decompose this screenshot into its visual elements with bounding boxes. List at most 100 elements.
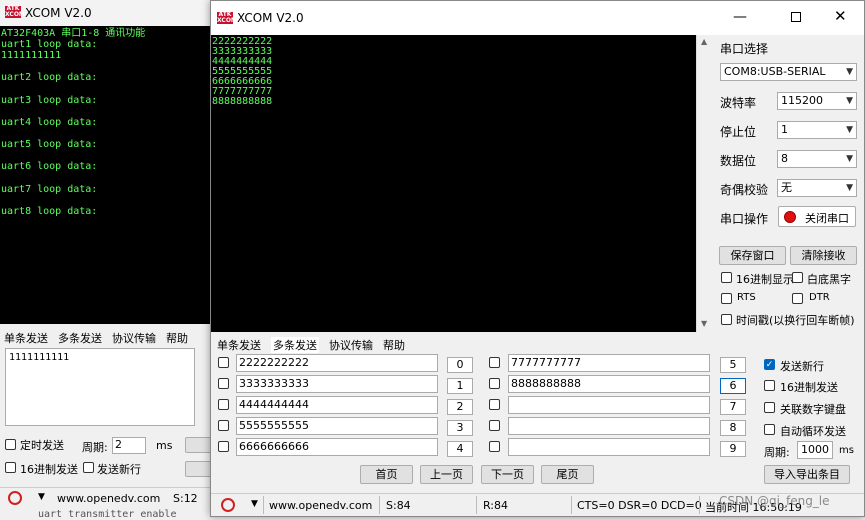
entry-input[interactable]: 5555555555 bbox=[236, 417, 438, 435]
front-receive-terminal[interactable]: 2222222222 3333333333 4444444444 5555555… bbox=[211, 35, 696, 332]
dtr-checkbox[interactable] bbox=[792, 293, 803, 304]
next-page-button[interactable]: 下一页 bbox=[481, 465, 534, 484]
entry-checkbox[interactable] bbox=[489, 378, 500, 389]
entry-input[interactable] bbox=[508, 396, 710, 414]
entry-input[interactable] bbox=[508, 438, 710, 456]
tab-help[interactable]: 帮助 bbox=[166, 330, 188, 346]
entry-input[interactable]: 3333333333 bbox=[236, 375, 438, 393]
status-sent: S:84 bbox=[386, 499, 411, 512]
clear-receive-button[interactable]: 清除接收 bbox=[790, 246, 857, 265]
entry-checkbox[interactable] bbox=[489, 399, 500, 410]
stop-bits-select[interactable]: 1 ▼ bbox=[777, 121, 857, 139]
scroll-down-icon[interactable]: ▼ bbox=[701, 319, 707, 328]
first-page-button[interactable]: 首页 bbox=[360, 465, 413, 484]
entry-checkbox[interactable] bbox=[218, 420, 229, 431]
entry-input[interactable]: 2222222222 bbox=[236, 354, 438, 372]
timestamp-checkbox[interactable] bbox=[721, 314, 732, 325]
prev-page-button[interactable]: 上一页 bbox=[420, 465, 473, 484]
chevron-down-icon: ▼ bbox=[846, 96, 853, 106]
data-bits-select[interactable]: 8 ▼ bbox=[777, 150, 857, 168]
entry-send-button[interactable]: 8 bbox=[720, 420, 746, 436]
record-icon[interactable] bbox=[221, 498, 235, 512]
entry-checkbox[interactable] bbox=[218, 441, 229, 452]
entry-input[interactable]: 4444444444 bbox=[236, 396, 438, 414]
period-unit: ms bbox=[156, 439, 173, 452]
dtr-label: DTR bbox=[809, 292, 830, 303]
rts-checkbox[interactable] bbox=[721, 293, 732, 304]
status-separator bbox=[263, 496, 264, 514]
entry-input[interactable]: 7777777777 bbox=[508, 354, 710, 372]
rts-label: RTS bbox=[737, 292, 756, 303]
maximize-icon[interactable] bbox=[791, 12, 801, 22]
tab-help[interactable]: 帮助 bbox=[383, 337, 405, 353]
back-send-button[interactable] bbox=[185, 437, 213, 453]
timed-send-checkbox[interactable] bbox=[5, 439, 16, 450]
port-select[interactable]: COM8:USB-SERIAL ▼ bbox=[720, 63, 857, 81]
entry-checkbox[interactable] bbox=[489, 357, 500, 368]
entry-send-button[interactable]: 7 bbox=[720, 399, 746, 415]
entry-checkbox[interactable] bbox=[489, 420, 500, 431]
hex-send-label: 16进制发送 bbox=[20, 463, 78, 476]
entry-send-button[interactable]: 2 bbox=[447, 399, 473, 415]
baud-select-value: 115200 bbox=[781, 94, 823, 107]
auto-loop-checkbox[interactable] bbox=[764, 424, 775, 435]
close-port-button[interactable]: 关闭串口 bbox=[778, 206, 856, 227]
import-export-button[interactable]: 导入导出条目 bbox=[764, 465, 850, 484]
terminal-line: uart6 loop data: bbox=[1, 161, 98, 172]
tab-protocol[interactable]: 协议传输 bbox=[112, 330, 156, 346]
entry-send-button[interactable]: 6 bbox=[720, 378, 746, 394]
period-input[interactable]: 2 bbox=[112, 437, 146, 454]
entry-send-button[interactable]: 9 bbox=[720, 441, 746, 457]
save-window-button[interactable]: 保存窗口 bbox=[719, 246, 786, 265]
website-link[interactable]: www.openedv.com bbox=[57, 492, 160, 505]
back-receive-terminal[interactable]: AT32F403A 串口1-8 通讯功能 uart1 loop data: 11… bbox=[0, 26, 215, 324]
entry-input[interactable]: 8888888888 bbox=[508, 375, 710, 393]
hex-display-checkbox[interactable] bbox=[721, 272, 732, 283]
send-newline-checkbox[interactable] bbox=[83, 462, 94, 473]
link-keyboard-checkbox[interactable] bbox=[764, 402, 775, 413]
website-link[interactable]: www.openedv.com bbox=[269, 499, 372, 512]
scroll-up-icon[interactable]: ▲ bbox=[701, 37, 707, 46]
tab-single-send[interactable]: 单条发送 bbox=[4, 330, 48, 346]
entry-send-button[interactable]: 5 bbox=[720, 357, 746, 373]
last-page-button[interactable]: 尾页 bbox=[541, 465, 594, 484]
entry-send-button[interactable]: 4 bbox=[447, 441, 473, 457]
baud-select[interactable]: 115200 ▼ bbox=[777, 92, 857, 110]
tab-protocol[interactable]: 协议传输 bbox=[329, 337, 373, 353]
terminal-line: uart5 loop data: bbox=[1, 139, 98, 150]
terminal-line: uart2 loop data: bbox=[1, 72, 98, 83]
chevron-down-icon[interactable]: ▼ bbox=[38, 492, 45, 502]
back-window-title: XCOM V2.0 bbox=[25, 6, 92, 20]
minimize-icon[interactable]: — bbox=[733, 9, 747, 25]
auto-loop-label: 自动循环发送 bbox=[780, 425, 846, 438]
entry-checkbox[interactable] bbox=[489, 441, 500, 452]
chevron-down-icon[interactable]: ▼ bbox=[251, 499, 258, 509]
hex-send-checkbox[interactable] bbox=[764, 380, 775, 391]
close-icon[interactable]: ✕ bbox=[834, 7, 847, 25]
hex-send-checkbox[interactable] bbox=[5, 462, 16, 473]
port-status-icon bbox=[784, 211, 796, 223]
tab-multi-send[interactable]: 多条发送 bbox=[271, 337, 319, 353]
entry-input[interactable] bbox=[508, 417, 710, 435]
entry-checkbox[interactable] bbox=[218, 378, 229, 389]
send-newline-checkbox[interactable]: ✓ bbox=[764, 359, 775, 370]
back-send-textarea[interactable]: 1111111111 bbox=[5, 348, 195, 426]
port-operation-label: 串口操作 bbox=[720, 212, 769, 226]
timestamp-label: 时间戳(以换行回车断帧) bbox=[736, 314, 855, 327]
tab-single-send[interactable]: 单条发送 bbox=[217, 337, 261, 353]
record-icon[interactable] bbox=[8, 491, 22, 505]
chevron-down-icon: ▼ bbox=[846, 154, 853, 164]
entry-input[interactable]: 6666666666 bbox=[236, 438, 438, 456]
tab-multi-send[interactable]: 多条发送 bbox=[58, 330, 102, 346]
back-clear-button[interactable] bbox=[185, 461, 213, 477]
entry-send-button[interactable]: 0 bbox=[447, 357, 473, 373]
entry-send-button[interactable]: 1 bbox=[447, 378, 473, 394]
period-label: 周期: bbox=[82, 441, 108, 454]
entry-checkbox[interactable] bbox=[218, 357, 229, 368]
period-input[interactable]: 1000 bbox=[797, 441, 833, 459]
white-black-checkbox[interactable] bbox=[792, 272, 803, 283]
terminal-scrollbar[interactable]: ▲ ▼ bbox=[696, 35, 713, 332]
entry-send-button[interactable]: 3 bbox=[447, 420, 473, 436]
entry-checkbox[interactable] bbox=[218, 399, 229, 410]
parity-select[interactable]: 无 ▼ bbox=[777, 179, 857, 197]
